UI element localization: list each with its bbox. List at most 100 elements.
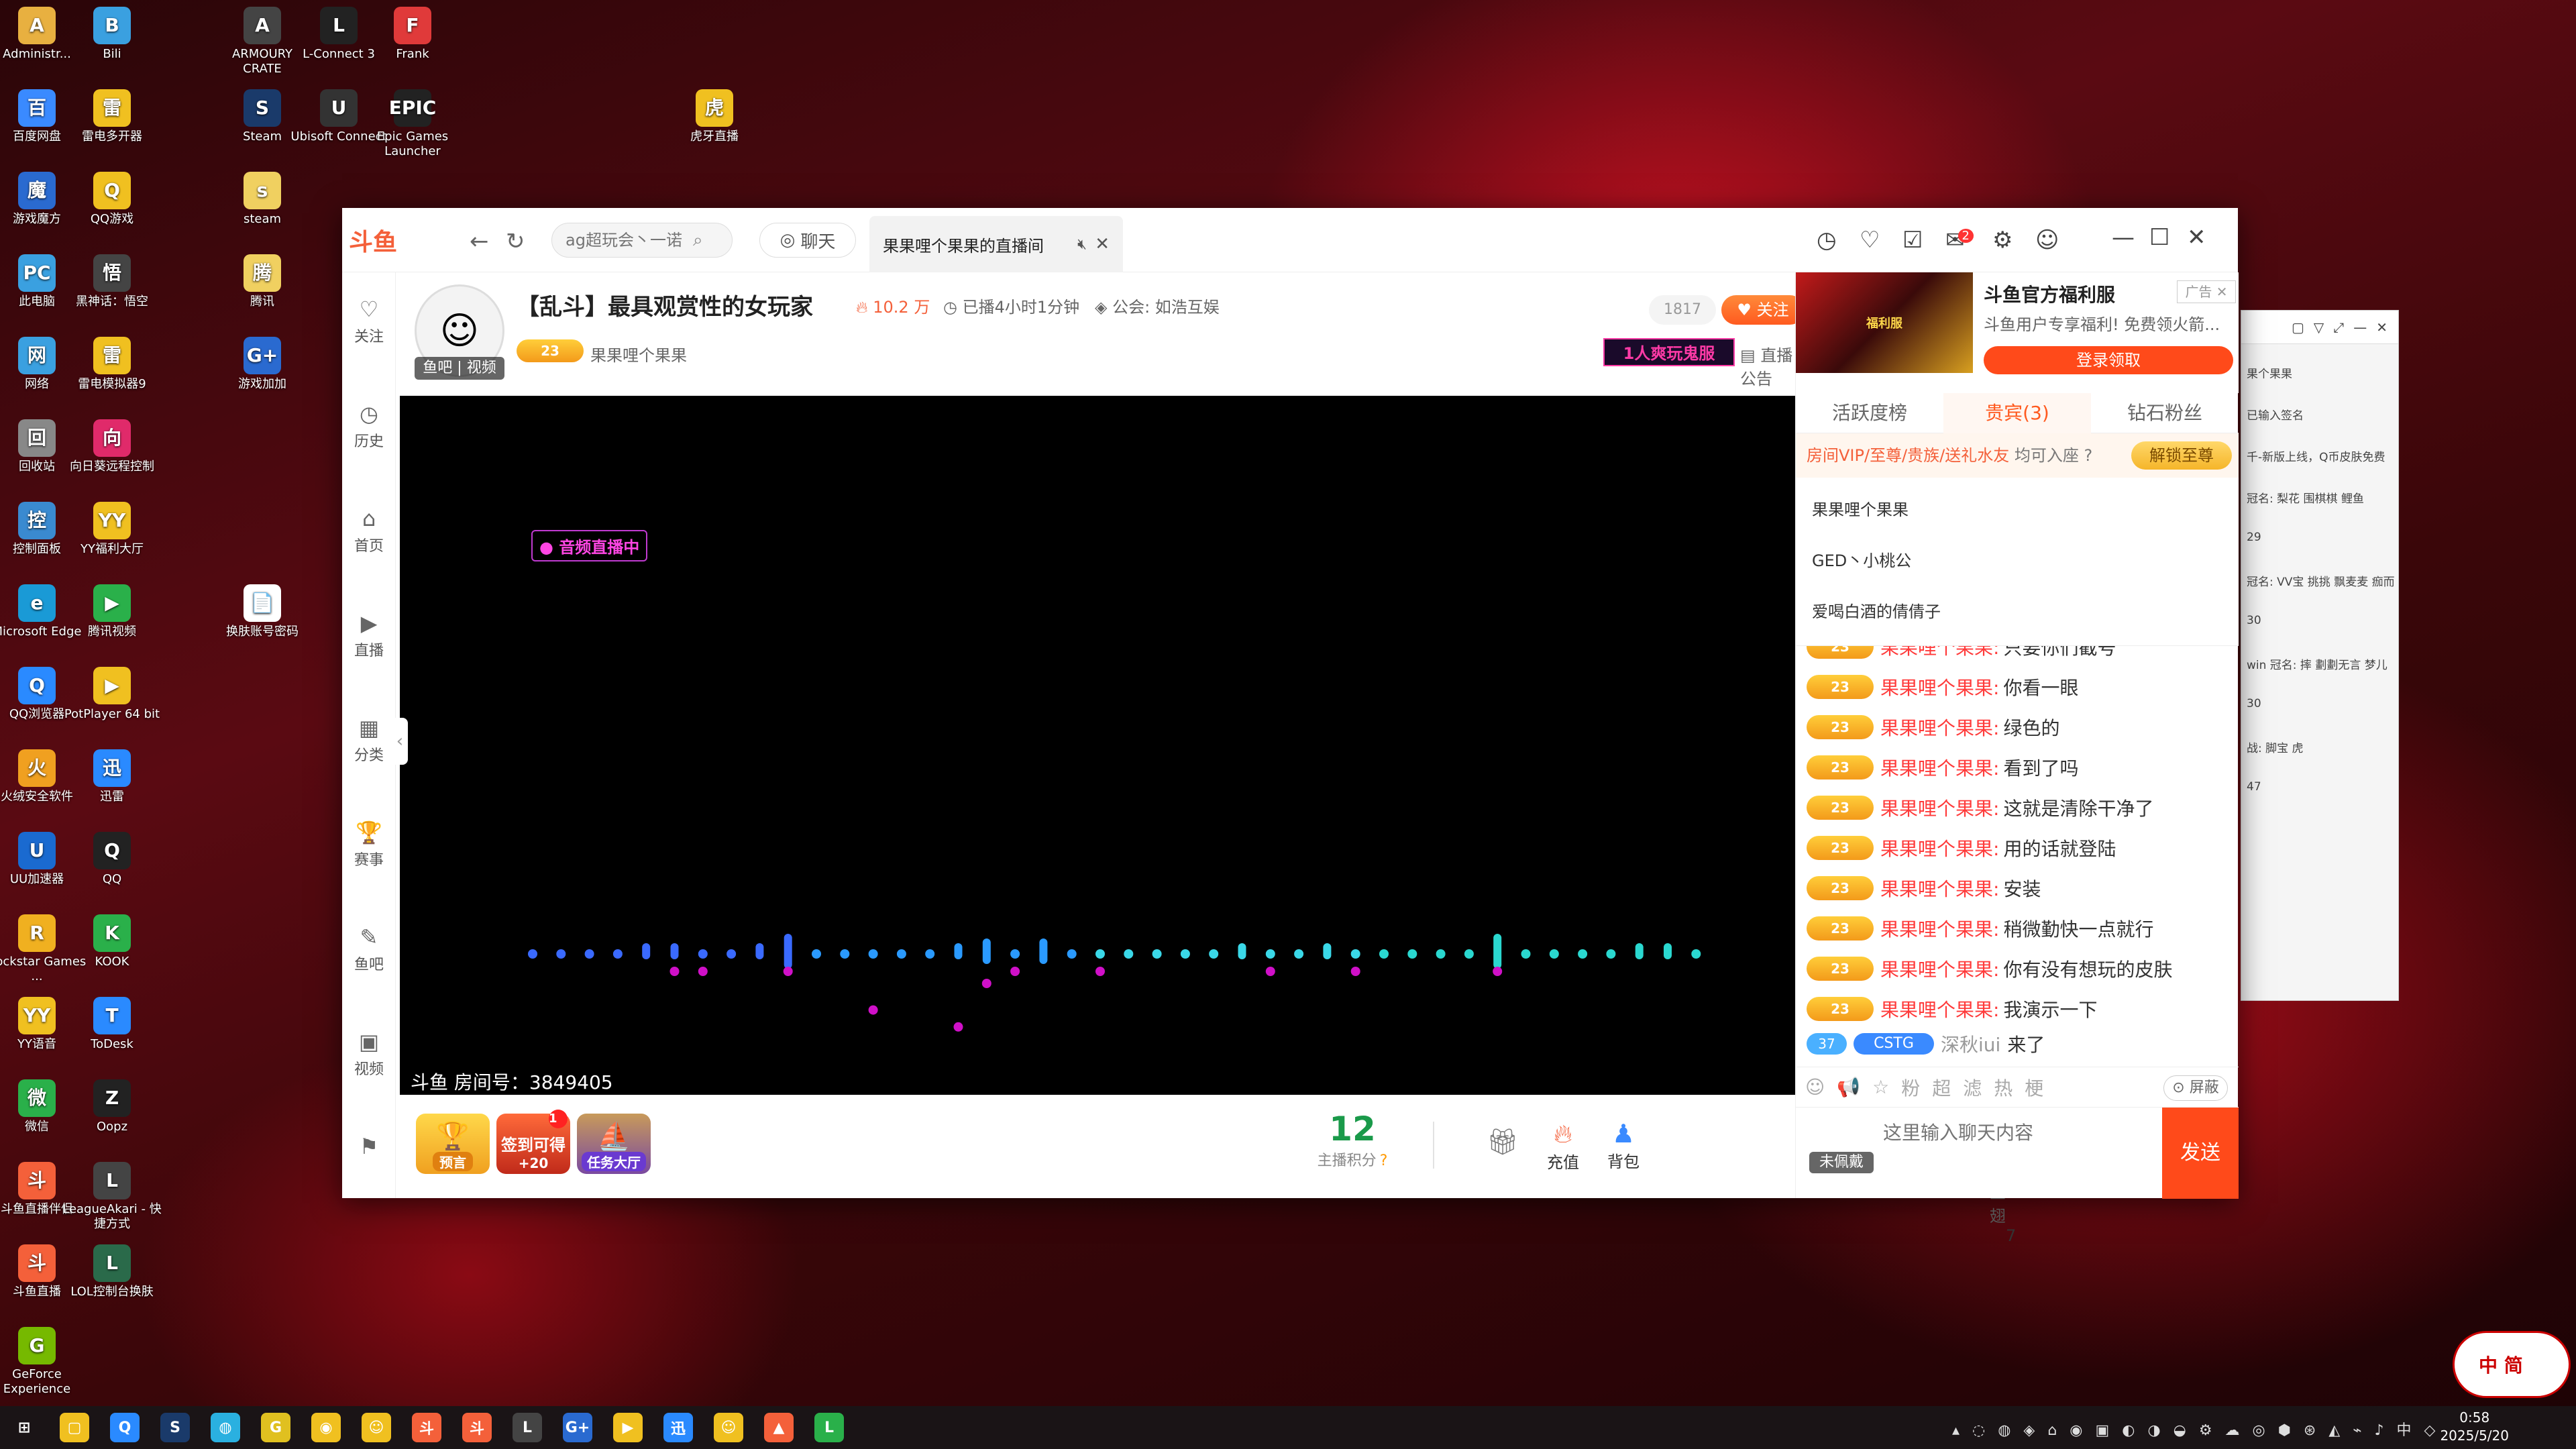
history-icon[interactable]: ◷ bbox=[1817, 227, 1837, 254]
desktop-icon[interactable]: YY YY福利大厅 bbox=[62, 502, 162, 557]
unlock-button[interactable]: 解锁至尊 bbox=[2131, 441, 2232, 470]
list-item[interactable]: GED丶小桃公 bbox=[1812, 547, 1911, 571]
taskbar-app-icon[interactable]: L bbox=[814, 1413, 844, 1442]
desktop-icon[interactable]: ▶ PotPlayer 64 bit bbox=[62, 667, 162, 722]
list-item[interactable]: 爱喝白酒的倩倩子 bbox=[1812, 598, 1941, 622]
chat-input[interactable] bbox=[1883, 1118, 2151, 1185]
sidebar-item[interactable]: ▶ 直播 bbox=[342, 610, 396, 660]
desktop-icon[interactable]: T ToDesk bbox=[62, 997, 162, 1052]
predict-button[interactable]: 🏆 预言 bbox=[416, 1114, 490, 1174]
recharge-button[interactable]: 🔥︎ 充值 bbox=[1536, 1119, 1590, 1173]
desktop-icon[interactable]: L LOL控制台换肤 bbox=[62, 1244, 162, 1299]
chat-username[interactable]: 果果哩个果果: bbox=[1880, 674, 1999, 700]
taskbar-app-icon[interactable]: S bbox=[160, 1413, 190, 1442]
favorite-icon[interactable]: ♡ bbox=[1860, 227, 1880, 254]
desktop-icon[interactable]: 虎虎牙直播 bbox=[664, 89, 765, 144]
taskbar-app-icon[interactable]: L bbox=[513, 1413, 542, 1442]
sidebar-item[interactable]: ✎ 鱼吧 bbox=[342, 924, 396, 974]
send-button[interactable]: 发送 bbox=[2162, 1108, 2239, 1199]
ime-indicator[interactable]: 中 简 bbox=[2453, 1331, 2571, 1398]
video-player[interactable]: ‹ ● 音频直播中 斗鱼 房间号：3849405 bbox=[392, 396, 1795, 1095]
mute-icon[interactable]: 🔇︎ bbox=[1077, 236, 1087, 253]
follow-button[interactable]: ♥ 关注 bbox=[1721, 295, 1805, 325]
sidebar-item[interactable]: ▦ 分类 bbox=[342, 715, 396, 765]
clock[interactable]: 0:58 2025/5/20 bbox=[2440, 1409, 2509, 1445]
taskbar-app-icon[interactable]: ☺ bbox=[362, 1413, 391, 1442]
desktop-icon[interactable]: G GeForce Experience bbox=[0, 1327, 87, 1397]
taskbar-app-icon[interactable]: G bbox=[261, 1413, 290, 1442]
desktop-icon[interactable]: L LeagueAkari - 快捷方式 bbox=[62, 1162, 162, 1232]
desktop-icon[interactable]: Q QQ bbox=[62, 832, 162, 887]
desktop-icon[interactable]: G+ 游戏加加 bbox=[212, 337, 313, 392]
chat-username[interactable]: 果果哩个果果: bbox=[1880, 646, 1999, 660]
chat-button[interactable]: ◎ 聊天 bbox=[759, 223, 856, 258]
desktop-icon[interactable]: K KOOK bbox=[62, 914, 162, 969]
chat-tool-icon[interactable]: 热 bbox=[1994, 1074, 2012, 1101]
sidebar-item[interactable]: 🏆 赛事 bbox=[342, 820, 396, 869]
desktop-icon[interactable]: F Frank bbox=[362, 7, 463, 62]
close-icon[interactable]: ✕ bbox=[2376, 319, 2387, 335]
tab-activity-rank[interactable]: 活跃度榜 bbox=[1796, 393, 1943, 433]
taskbar-app-icon[interactable]: ☺ bbox=[714, 1413, 743, 1442]
settings-icon[interactable]: ⚙ bbox=[1992, 227, 2012, 254]
guild[interactable]: ◈ 公会: 如浩互娱 bbox=[1095, 294, 1220, 317]
desktop-icon[interactable]: B Bili bbox=[62, 7, 162, 62]
tab-diamond-fans[interactable]: 钻石粉丝 bbox=[2091, 393, 2239, 433]
pin-icon[interactable]: ▢ bbox=[2292, 319, 2304, 335]
medal-selector[interactable]: 未佩戴 bbox=[1809, 1134, 1874, 1175]
ad-image[interactable]: 福利服 bbox=[1796, 272, 1973, 373]
chat-tool-icon[interactable]: 粉 bbox=[1901, 1074, 1920, 1101]
desktop-icon[interactable]: 雷雷电多开器 bbox=[62, 89, 162, 144]
chat-username[interactable]: 果果哩个果果: bbox=[1880, 996, 1999, 1022]
desktop-icon[interactable]: s steam bbox=[212, 172, 313, 227]
checkin-button[interactable]: 1 签到可得 +20 bbox=[496, 1110, 570, 1174]
expand-icon[interactable]: ⤢ bbox=[2333, 319, 2344, 335]
desktop-icon[interactable]: 向向日葵远程控制 bbox=[62, 419, 162, 474]
refresh-icon[interactable]: ↻ bbox=[506, 228, 525, 255]
sidebar-item[interactable]: ▣ 视频 bbox=[342, 1029, 396, 1079]
ad-claim-button[interactable]: 登录领取 bbox=[1984, 346, 2233, 374]
desktop-icon[interactable]: EPIC Epic Games Launcher bbox=[362, 89, 463, 159]
joiner-name[interactable]: 深秋iui bbox=[1941, 1030, 2000, 1057]
chat-tool-icon[interactable]: ☆ bbox=[1872, 1076, 1889, 1098]
sidebar-item[interactable]: ⌂ 首页 bbox=[342, 506, 396, 555]
taskbar-app-icon[interactable]: ▲ bbox=[764, 1413, 794, 1442]
filter-icon[interactable]: ▽ bbox=[2314, 319, 2324, 335]
calendar-icon[interactable]: ☑ bbox=[1902, 227, 1923, 254]
system-tray[interactable]: ▴ ◌ ◍ ◈ ⌂ ◉ ▣ ◐ ◑ ◒ ⚙ ☁ ◎ ⬢ ⊛ ◭ ⌁ ♪ 中 ◇ bbox=[1952, 1418, 2439, 1440]
desktop-icon[interactable]: Q QQ游戏 bbox=[62, 172, 162, 227]
message-icon[interactable]: ✉2 bbox=[1945, 227, 1974, 254]
help-icon[interactable]: ? bbox=[1380, 1152, 1388, 1169]
minimize-icon[interactable]: — bbox=[2353, 319, 2367, 335]
search-input[interactable] bbox=[566, 231, 693, 250]
chat-username[interactable]: 果果哩个果果: bbox=[1880, 955, 1999, 982]
announcement-link[interactable]: ▤ 直播公告 bbox=[1740, 342, 1795, 389]
chat-tool-icon[interactable]: 📢 bbox=[1837, 1076, 1860, 1098]
chat-username[interactable]: 果果哩个果果: bbox=[1880, 794, 1999, 821]
chat-username[interactable]: 果果哩个果果: bbox=[1880, 714, 1999, 741]
gift-icon[interactable]: 🎁︎ bbox=[1476, 1127, 1529, 1157]
search-box[interactable]: ⌕ bbox=[551, 223, 733, 258]
anchor-name[interactable]: 果果哩个果果 bbox=[590, 342, 687, 366]
taskbar-app-icon[interactable]: ⊞ bbox=[9, 1413, 39, 1442]
ad-banner[interactable]: 福利服 斗鱼官方福利服 斗鱼用户专享福利! 免费领火箭... 广告 ✕ 登录领取 bbox=[1796, 272, 2239, 393]
taskbar-app-icon[interactable]: ▶ bbox=[613, 1413, 643, 1442]
taskbar-app-icon[interactable]: G+ bbox=[563, 1413, 592, 1442]
taskbar-app-icon[interactable]: 斗 bbox=[462, 1413, 492, 1442]
chat-username[interactable]: 果果哩个果果: bbox=[1880, 754, 1999, 781]
back-icon[interactable]: ← bbox=[470, 228, 489, 255]
taskbar-app-icon[interactable]: ▢ bbox=[60, 1413, 89, 1442]
desktop-icon[interactable]: 腾腾讯 bbox=[212, 254, 313, 309]
taskbar-app-icon[interactable]: ◍ bbox=[211, 1413, 240, 1442]
minimize-icon[interactable]: — bbox=[2112, 224, 2135, 251]
help-icon[interactable]: ? bbox=[2084, 446, 2093, 465]
maximize-icon[interactable]: ☐ bbox=[2149, 224, 2169, 251]
desktop-icon[interactable]: 📄 换肤账号密码 bbox=[212, 584, 313, 639]
chat-tool-icon[interactable]: ☺ bbox=[1805, 1076, 1825, 1098]
sidebar-item[interactable]: ⚑ bbox=[342, 1134, 396, 1162]
chat-tool-icon[interactable]: 梗 bbox=[2025, 1074, 2043, 1101]
sidebar-item[interactable]: ♡ 关注 bbox=[342, 297, 396, 346]
taskbar-app-icon[interactable]: Q bbox=[110, 1413, 140, 1442]
tab-vip-guests[interactable]: 贵宾(3) bbox=[1943, 393, 2091, 433]
tab-live-room[interactable]: 果果哩个果果的直播间 🔇︎ ✕ bbox=[869, 216, 1123, 272]
